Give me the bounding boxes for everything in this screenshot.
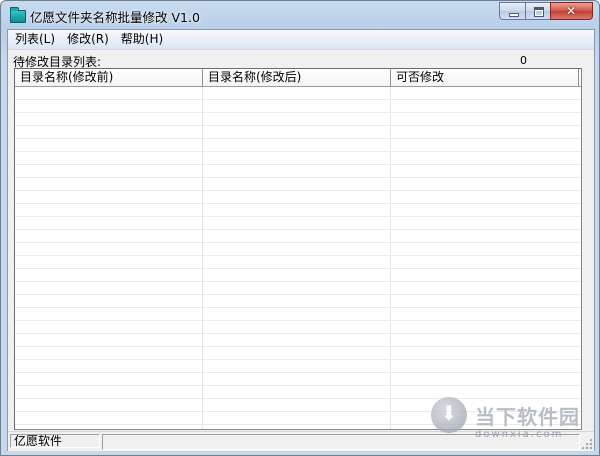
app-window: 亿愿文件夹名称批量修改 V1.0 ✕ 列表(L) 修改(R) 帮助(H) 待修改… xyxy=(0,0,600,456)
caption-buttons: ✕ xyxy=(499,2,593,20)
minimize-icon xyxy=(509,13,519,17)
listview-header: 目录名称(修改前) 目录名称(修改后) 可否修改 xyxy=(15,69,581,87)
menu-help[interactable]: 帮助(H) xyxy=(115,30,169,49)
close-button[interactable]: ✕ xyxy=(550,2,593,20)
watermark-domain: downxia.com xyxy=(475,429,564,440)
minimize-button[interactable] xyxy=(499,2,525,20)
menu-modify[interactable]: 修改(R) xyxy=(61,30,115,49)
directory-listview[interactable]: 目录名称(修改前) 目录名称(修改后) 可否修改 xyxy=(14,68,582,430)
menu-list[interactable]: 列表(L) xyxy=(8,30,61,49)
column-header-can-modify[interactable]: 可否修改 xyxy=(391,69,579,86)
title-bar[interactable]: 亿愿文件夹名称批量修改 V1.0 ✕ xyxy=(1,1,599,29)
menu-bar: 列表(L) 修改(R) 帮助(H) xyxy=(8,30,594,50)
window-title: 亿愿文件夹名称批量修改 V1.0 xyxy=(30,10,200,25)
watermark: 当下软件园 downxia.com xyxy=(429,393,599,453)
watermark-text: 当下软件园 xyxy=(475,405,580,429)
status-company: 亿愿软件 xyxy=(10,434,100,448)
close-icon: ✕ xyxy=(566,4,577,18)
client-area: 列表(L) 修改(R) 帮助(H) 待修改目录列表: 0 目录名称(修改前) 目… xyxy=(7,29,595,451)
column-header-before[interactable]: 目录名称(修改前) xyxy=(15,69,203,86)
listview-body[interactable] xyxy=(15,87,581,429)
column-header-after[interactable]: 目录名称(修改后) xyxy=(203,69,391,86)
folder-icon[interactable] xyxy=(10,7,26,23)
maximize-icon xyxy=(534,7,544,17)
maximize-button[interactable] xyxy=(525,2,550,20)
list-count: 0 xyxy=(520,54,527,67)
download-icon xyxy=(431,397,467,433)
